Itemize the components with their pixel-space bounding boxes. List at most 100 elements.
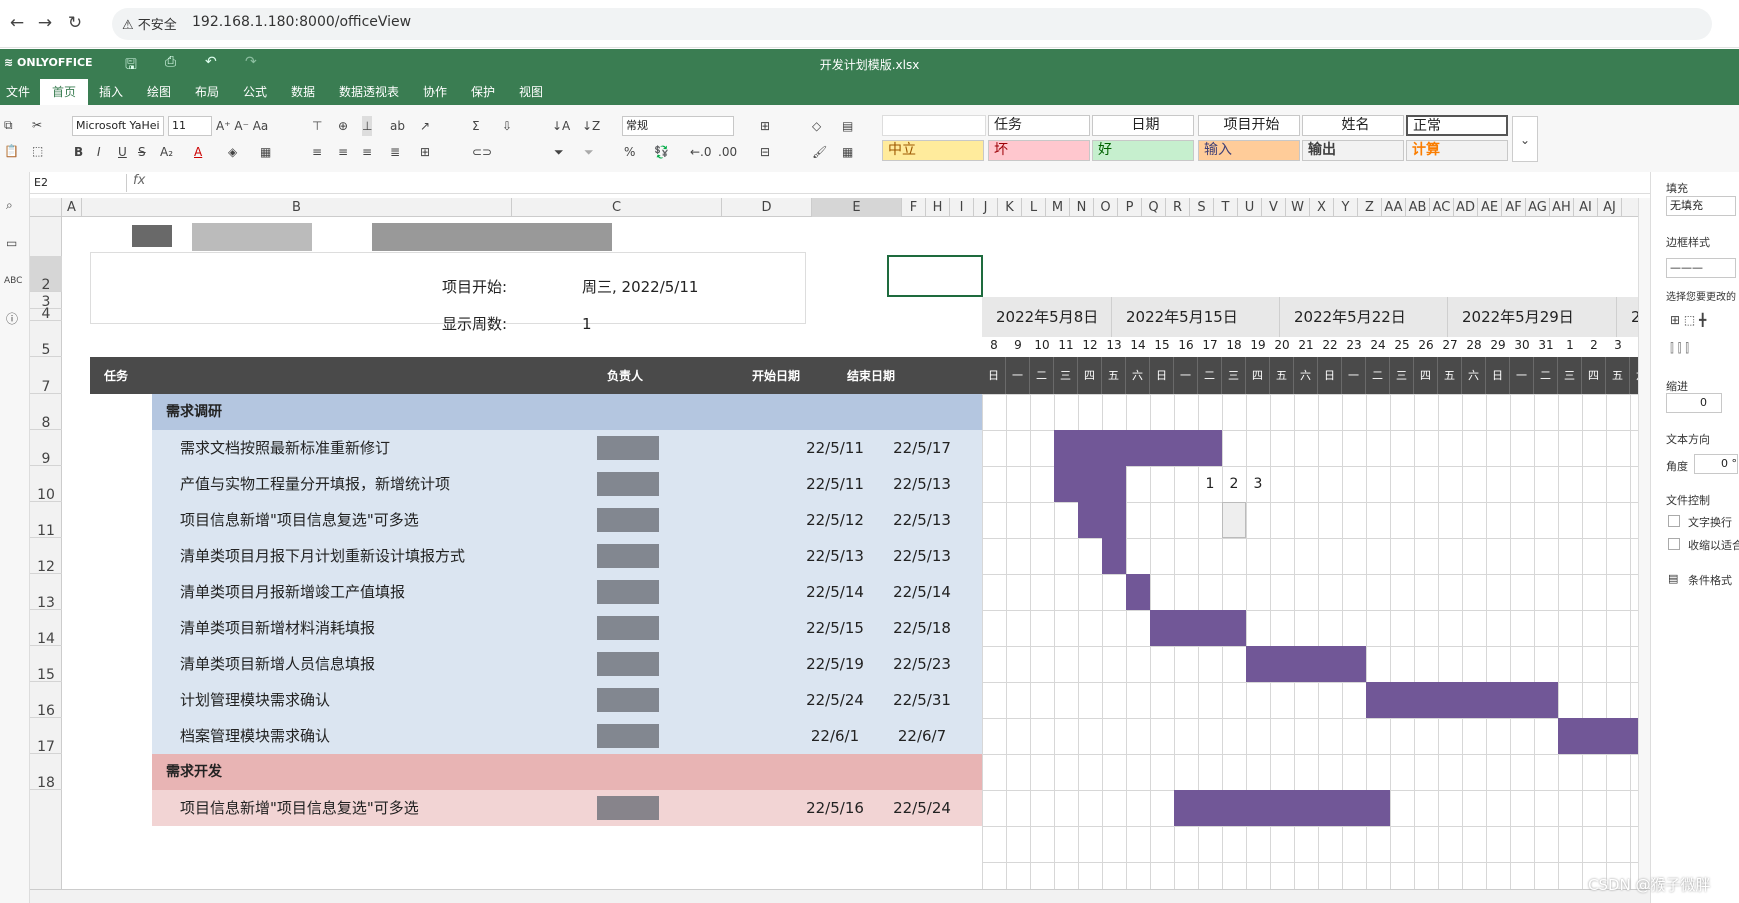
column-header-S[interactable]: S <box>1190 198 1214 217</box>
align-right-icon[interactable]: ≡ <box>362 142 372 162</box>
select-all-corner[interactable] <box>30 198 62 217</box>
align-top-icon[interactable]: ⊤ <box>312 116 322 136</box>
column-header-U[interactable]: U <box>1238 198 1262 217</box>
column-header-Y[interactable]: Y <box>1334 198 1358 217</box>
column-header-AG[interactable]: AG <box>1526 198 1550 217</box>
column-header-C[interactable]: C <box>512 198 722 217</box>
tab-layout[interactable]: 布局 <box>191 79 223 105</box>
increase-decimal-icon[interactable]: .00 <box>718 142 737 162</box>
merge-icon[interactable]: ⊞ <box>420 142 430 162</box>
indent-input[interactable]: 0 <box>1666 393 1722 413</box>
font-color-icon[interactable]: A <box>194 142 202 162</box>
column-header-E[interactable]: E <box>812 198 902 217</box>
start-date[interactable]: 22/5/11 <box>790 466 880 502</box>
column-header-I[interactable]: I <box>950 198 974 217</box>
end-date[interactable]: 22/5/14 <box>877 574 967 610</box>
start-date[interactable]: 22/5/16 <box>790 790 880 826</box>
spellcheck-icon[interactable]: ABC <box>4 271 22 291</box>
percent-icon[interactable]: % <box>624 142 635 162</box>
row-header-13[interactable]: 13 <box>30 574 62 611</box>
start-date[interactable]: 22/5/19 <box>790 646 880 682</box>
cell-number[interactable]: 1 <box>1198 474 1222 494</box>
border-side-icon[interactable]: ⫿ ⫿ ⫿ <box>1670 338 1689 358</box>
wrap-text-icon[interactable]: ab <box>390 116 405 136</box>
style-name[interactable]: 姓名 <box>1302 115 1404 136</box>
insert-cells-icon[interactable]: ⊞ <box>760 116 770 136</box>
sort-asc-icon[interactable]: ↓A <box>552 116 570 136</box>
start-date[interactable]: 22/5/14 <box>790 574 880 610</box>
insecure-badge[interactable]: ⚠ 不安全 <box>122 14 177 33</box>
align-left-icon[interactable]: ≡ <box>312 142 322 162</box>
style-input[interactable]: 输入 <box>1198 140 1300 161</box>
decrease-decimal-icon[interactable]: ←.0 <box>690 142 712 162</box>
selected-cell-e2[interactable] <box>887 255 983 297</box>
end-date[interactable]: 22/5/17 <box>877 430 967 466</box>
sum-icon[interactable]: Σ <box>472 116 480 136</box>
column-header-AA[interactable]: AA <box>1382 198 1406 217</box>
tab-home[interactable]: 首页 <box>40 79 88 107</box>
spreadsheet-grid[interactable]: 项目开始: 周三, 2022/5/11 显示周数: 1 任务 负责人 开始日期 … <box>62 217 1638 889</box>
search-icon[interactable]: ⌕ <box>6 195 13 215</box>
column-header-K[interactable]: K <box>998 198 1022 217</box>
delete-cells-icon[interactable]: ⊟ <box>760 142 770 162</box>
sort-desc-icon[interactable]: ↓Z <box>582 116 600 136</box>
column-header-B[interactable]: B <box>82 198 512 217</box>
column-header-AE[interactable]: AE <box>1478 198 1502 217</box>
end-date[interactable]: 22/5/18 <box>877 610 967 646</box>
fill-select[interactable]: 无填充 <box>1666 196 1736 216</box>
style-date[interactable]: 日期 <box>1092 115 1194 136</box>
row-header-14[interactable]: 14 <box>30 610 62 647</box>
style-neutral[interactable]: 中立 <box>882 140 984 161</box>
reload-icon[interactable]: ↻ <box>62 10 88 36</box>
end-date[interactable]: 22/5/13 <box>877 538 967 574</box>
end-date[interactable]: 22/5/13 <box>877 502 967 538</box>
comment-icon[interactable]: ▭ <box>6 233 17 253</box>
start-date[interactable]: 22/5/15 <box>790 610 880 646</box>
align-middle-icon[interactable]: ⊕ <box>338 116 348 136</box>
start-date[interactable]: 22/5/12 <box>790 502 880 538</box>
column-header-AF[interactable]: AF <box>1502 198 1526 217</box>
fx-icon[interactable]: fx <box>133 173 145 188</box>
column-header-M[interactable]: M <box>1046 198 1070 217</box>
start-date[interactable]: 22/5/11 <box>790 430 880 466</box>
column-header-N[interactable]: N <box>1070 198 1094 217</box>
style-bad[interactable]: 坏 <box>988 140 1090 161</box>
wrap-checkbox[interactable] <box>1668 515 1680 527</box>
style-normal[interactable]: 正常 <box>1406 115 1508 136</box>
row-header-8[interactable]: 8 <box>30 394 62 431</box>
font-name-select[interactable]: Microsoft YaHei <box>72 116 164 136</box>
column-header-AH[interactable]: AH <box>1550 198 1574 217</box>
tab-protect[interactable]: 保护 <box>467 79 499 105</box>
row-header-18[interactable]: 18 <box>30 754 62 791</box>
column-header-AC[interactable]: AC <box>1430 198 1454 217</box>
fill-down-icon[interactable]: ⇩ <box>502 116 512 136</box>
end-date[interactable]: 22/5/13 <box>877 466 967 502</box>
cut-icon[interactable]: ✂ <box>32 115 42 135</box>
copy-icon[interactable]: ⧉ <box>4 115 13 135</box>
column-header-O[interactable]: O <box>1094 198 1118 217</box>
column-header-V[interactable]: V <box>1262 198 1286 217</box>
borders-icon[interactable]: ▦ <box>260 142 271 162</box>
column-header-H[interactable]: H <box>926 198 950 217</box>
column-header-AB[interactable]: AB <box>1406 198 1430 217</box>
style-calc[interactable]: 计算 <box>1406 140 1508 161</box>
justify-icon[interactable]: ≣ <box>390 142 400 162</box>
tab-insert[interactable]: 插入 <box>95 79 127 105</box>
column-header-F[interactable]: F <box>902 198 926 217</box>
column-header-X[interactable]: X <box>1310 198 1334 217</box>
border-all-icon[interactable]: ⊞ ⬚ ╋ <box>1670 310 1706 330</box>
tab-file[interactable]: 文件 <box>2 79 34 105</box>
column-header-AJ[interactable]: AJ <box>1598 198 1622 217</box>
info-icon[interactable]: ⓘ <box>6 309 18 329</box>
row-header-4[interactable]: 4 <box>30 306 62 322</box>
orientation-icon[interactable]: ↗ <box>420 116 430 136</box>
selected-cell-s10[interactable] <box>1222 502 1246 538</box>
row-header-9[interactable]: 9 <box>30 430 62 467</box>
name-box[interactable]: E2 <box>32 174 127 192</box>
angle-input[interactable]: 0 ° <box>1694 454 1738 474</box>
align-center-icon[interactable]: ≡ <box>338 142 348 162</box>
start-date[interactable]: 22/5/13 <box>790 538 880 574</box>
row-header-15[interactable]: 15 <box>30 646 62 683</box>
column-header-W[interactable]: W <box>1286 198 1310 217</box>
column-header-R[interactable]: R <box>1166 198 1190 217</box>
